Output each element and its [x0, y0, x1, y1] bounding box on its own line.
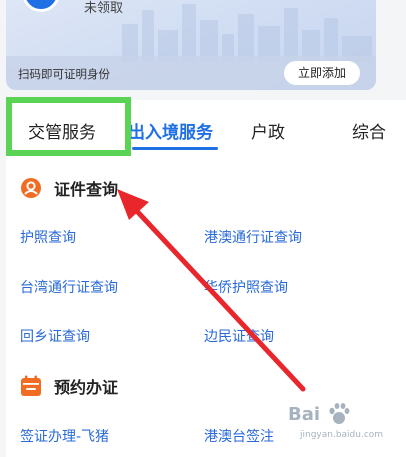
link-hk-macau-taiwan-endorsement[interactable]: 港澳台签注	[204, 426, 274, 446]
link-visa-fliggy[interactable]: 签证办理-飞猪	[20, 426, 109, 446]
id-search-icon	[21, 178, 41, 198]
card-status-text: 未领取	[84, 1, 124, 16]
baidu-watermark: Bai jingyan.baidu.com	[288, 402, 400, 448]
link-taiwan-permit-query[interactable]: 台湾通行证查询	[20, 277, 118, 297]
section-header-id-query: 证件查询	[20, 176, 118, 200]
calendar-icon	[21, 375, 41, 396]
service-tabs: 出入境服务 户政 综合 交管服务	[6, 97, 406, 158]
section-header-appointment: 预约办证	[20, 374, 118, 398]
watermark-url: jingyan.baidu.com	[300, 430, 384, 440]
scan-hint-text: 扫码即可证明身份	[18, 67, 110, 81]
card-action-bar: 扫码即可证明身份 立即添加	[6, 56, 376, 90]
city-skyline-decoration	[122, 4, 372, 62]
link-overseas-chinese-passport-query[interactable]: 华侨护照查询	[204, 277, 288, 297]
section-title-appointment: 预约办证	[54, 378, 119, 397]
link-passport-query[interactable]: 护照查询	[20, 227, 76, 247]
watermark-logo-text: Bai	[288, 404, 321, 425]
tab-household[interactable]: 户政	[251, 118, 285, 143]
add-now-button[interactable]: 立即添加	[283, 61, 360, 85]
id-card: 未领取 扫码即可证明身份 立即添加	[6, 0, 376, 90]
tab-traffic-services[interactable]: 交管服务	[28, 118, 96, 143]
avatar	[22, 0, 60, 12]
link-home-return-permit-query[interactable]: 回乡证查询	[20, 326, 90, 346]
tab-comprehensive[interactable]: 综合	[352, 118, 386, 143]
tab-traffic-services-highlight[interactable]: 交管服务	[6, 97, 131, 156]
active-tab-indicator	[132, 147, 218, 150]
paw-icon	[329, 403, 350, 424]
link-hk-macau-permit-query[interactable]: 港澳通行证查询	[204, 227, 302, 247]
link-border-resident-permit-query[interactable]: 边民证查询	[204, 326, 274, 346]
tab-exit-entry-services[interactable]: 出入境服务	[128, 118, 213, 143]
section-title-id-query: 证件查询	[54, 180, 119, 199]
